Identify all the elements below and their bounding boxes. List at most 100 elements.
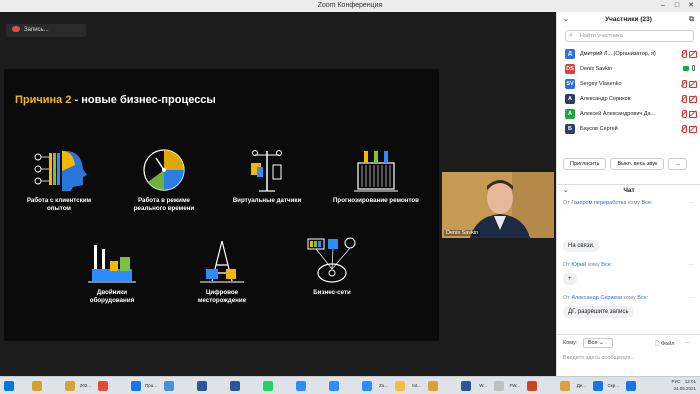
app-icon (65, 381, 75, 391)
speaker-video[interactable]: Denis Savkin (442, 172, 554, 238)
participant-name: Дмитрий Л... (Организатор, я) (580, 50, 656, 57)
mic-off-icon[interactable] (680, 125, 687, 133)
mute-all-button[interactable]: Выкл. весь звук (610, 158, 665, 170)
taskbar-app[interactable] (426, 379, 456, 393)
more-options-button[interactable]: ... (668, 158, 687, 170)
taskbar-app[interactable] (195, 379, 225, 393)
video-on-icon[interactable] (683, 66, 689, 71)
mic-off-icon[interactable] (680, 80, 687, 88)
window-titlebar: Zoom Конференция – □ ✕ (0, 0, 700, 12)
taskbar-app[interactable]: Int... (393, 379, 423, 393)
mic-off-icon[interactable] (680, 50, 687, 58)
minimize-icon[interactable]: – (656, 0, 670, 12)
video-off-icon[interactable] (689, 50, 697, 58)
taskbar-app[interactable] (96, 379, 126, 393)
tile-label: Прогнозирование ремонтов (332, 197, 419, 204)
business-network-icon (307, 237, 356, 283)
recording-indicator[interactable]: Запись... (6, 24, 86, 37)
chevron-down-icon[interactable]: ⌄ (563, 185, 568, 197)
app-icon (593, 381, 603, 391)
taskbar-app[interactable]: FW... (492, 379, 522, 393)
app-icon (626, 381, 636, 391)
close-icon[interactable]: ✕ (684, 0, 698, 12)
participant-name: Denis Savkin (580, 65, 613, 72)
video-name-label: Denis Savkin (444, 230, 481, 236)
taskbar-app[interactable]: 202... (63, 379, 93, 393)
taskbar-app[interactable]: Скр... (591, 379, 621, 393)
app-icon (263, 381, 273, 391)
app-icon (164, 381, 174, 391)
invite-button[interactable]: Пригласить (563, 158, 607, 170)
recipient-select[interactable]: Все ⌄ (583, 338, 613, 348)
tile-virtual-sensors: Виртуальные датчики (217, 147, 317, 205)
app-icon (230, 381, 240, 391)
speaker-avatar (442, 172, 554, 238)
taskbar-app[interactable] (261, 379, 291, 393)
participants-header: ⌄ Участники (23) ⧉ (557, 12, 700, 28)
participant-list: Д Дмитрий Л... (Организатор, я) DS Denis Sa… (557, 46, 700, 136)
window-title: Zoom Конференция (317, 2, 383, 9)
file-button[interactable]: 🗋 Файл (655, 340, 674, 349)
clock-time[interactable]: 12:01 (685, 379, 696, 384)
taskbar-app[interactable] (162, 379, 192, 393)
app-icon (197, 381, 207, 391)
video-off-icon[interactable] (689, 95, 697, 103)
message-more-icon[interactable]: ··· (688, 262, 694, 268)
cloud-record-icon (12, 26, 20, 33)
chat-message: На связи. (563, 240, 600, 252)
taskbar-app[interactable] (624, 379, 654, 393)
chat-more-button[interactable]: ... (685, 339, 690, 345)
presentation-slide: Причина 2 - новые бизнес-процессы Работа… (4, 69, 439, 341)
participant-search-input[interactable]: ⌕ Найти участника (565, 30, 694, 42)
participant-row[interactable]: А Алексей Александрович Да... (557, 106, 700, 121)
clock-date[interactable]: 24.05.2021 (673, 386, 696, 391)
tile-label: Двойники (96, 289, 128, 296)
participant-status (680, 95, 697, 103)
message-more-icon[interactable]: ··· (688, 200, 694, 206)
slide-title: Причина 2 - новые бизнес-процессы (15, 94, 216, 106)
tile-label: Бизнес-сети (313, 289, 351, 296)
participant-row[interactable]: DS Denis Savkin (557, 61, 700, 76)
taskbar-app[interactable] (30, 379, 60, 393)
participant-row[interactable]: Д Дмитрий Л... (Организатор, я) (557, 46, 700, 61)
participant-row[interactable]: А Александр Сериков (557, 91, 700, 106)
participant-status (680, 125, 697, 133)
participant-row[interactable]: SV Sergey Vlasenko (557, 76, 700, 91)
avatar: SV (565, 78, 575, 89)
mic-on-icon[interactable] (692, 65, 695, 71)
message-more-icon[interactable]: ··· (688, 295, 694, 301)
chat-message-meta: От Газпром переработка кому Все: (563, 200, 653, 206)
transformer-icon (354, 151, 398, 192)
taskbar-app[interactable]: Де... (558, 379, 588, 393)
chat-message-meta: От Юрий кому Все: (563, 262, 613, 268)
chat-compose: Кому: Все ⌄ 🗋 Файл ... Введите здесь соо… (557, 334, 700, 376)
oil-rig-icon (200, 240, 244, 283)
taskbar-app[interactable] (525, 379, 555, 393)
participant-row[interactable]: Б Баусов Сергей (557, 121, 700, 136)
chevron-down-icon[interactable]: ⌄ (563, 12, 569, 28)
factory-twin-icon (88, 245, 136, 283)
video-off-icon[interactable] (689, 110, 697, 118)
video-off-icon[interactable] (689, 125, 697, 133)
popout-icon[interactable]: ⧉ (689, 12, 694, 28)
app-icon (395, 381, 405, 391)
mic-off-icon[interactable] (680, 95, 687, 103)
mic-off-icon[interactable] (680, 110, 687, 118)
tile-label: Цифровое (205, 289, 239, 296)
taskbar-app[interactable] (294, 379, 324, 393)
video-off-icon[interactable] (689, 80, 697, 88)
taskbar-app[interactable]: W... (459, 379, 489, 393)
app-icon (32, 381, 42, 391)
participant-status (680, 80, 697, 88)
recording-label: Запись... (24, 27, 49, 33)
taskbar-app[interactable]: Про... (129, 379, 159, 393)
chat-message-input[interactable]: Введите здесь сообщение... (563, 355, 635, 361)
taskbar-app[interactable] (228, 379, 258, 393)
start-button[interactable] (2, 379, 32, 393)
taskbar-app[interactable]: Zo... (360, 379, 390, 393)
app-icon (362, 381, 372, 391)
participant-name: Sergey Vlasenko (580, 80, 622, 87)
language-indicator[interactable]: РУС (671, 379, 680, 384)
taskbar-app[interactable] (327, 379, 357, 393)
maximize-icon[interactable]: □ (670, 0, 684, 12)
